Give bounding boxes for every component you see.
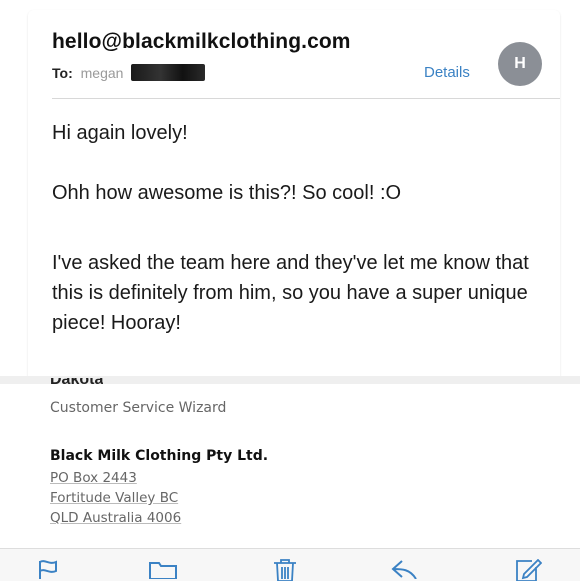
trash-icon[interactable]	[272, 559, 298, 586]
details-link[interactable]: Details	[424, 64, 470, 81]
sender-address[interactable]: hello@blackmilkclothing.com	[52, 30, 351, 54]
address-line-2[interactable]: Fortitude Valley BC	[50, 490, 178, 506]
header-divider	[52, 98, 560, 99]
flag-icon[interactable]	[36, 559, 60, 584]
signature-role: Customer Service Wizard	[50, 400, 227, 416]
address-line-1[interactable]: PO Box 2443	[50, 470, 137, 486]
message-greeting: Hi again lovely!	[52, 122, 188, 144]
email-header-panel: hello@blackmilkclothing.com To: megan De…	[28, 10, 560, 376]
sender-avatar[interactable]: H	[498, 42, 542, 86]
redacted-surname	[131, 64, 206, 81]
signature-name: Dakota	[50, 378, 104, 388]
message-paragraph-1: Ohh how awesome is this?! So cool! :O	[52, 182, 402, 204]
recipient-name[interactable]: megan	[81, 65, 124, 81]
mail-toolbar	[0, 548, 580, 584]
reply-icon[interactable]	[390, 559, 418, 584]
message-paragraph-2: I've asked the team here and they've let…	[52, 252, 529, 334]
address-line-3[interactable]: QLD Australia 4006	[50, 510, 181, 526]
compose-icon[interactable]	[514, 558, 543, 586]
avatar-initial: H	[514, 55, 526, 72]
to-label: To:	[52, 65, 73, 81]
recipient-row: To: megan	[52, 64, 206, 81]
company-name: Black Milk Clothing Pty Ltd.	[50, 448, 269, 464]
folder-icon[interactable]	[148, 559, 178, 584]
